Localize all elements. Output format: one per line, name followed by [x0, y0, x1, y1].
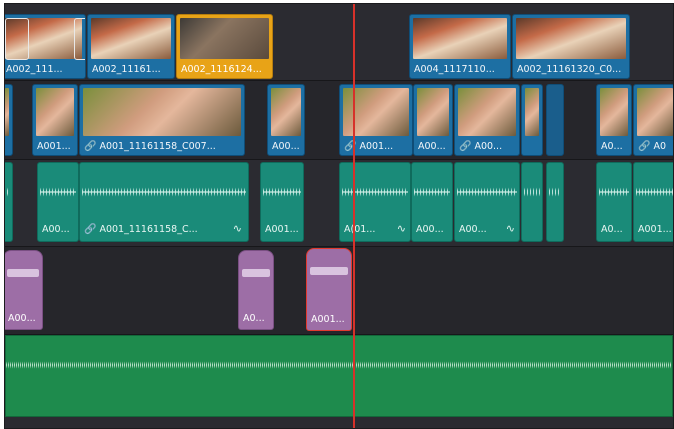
fade-curve-icon[interactable]: ∿ — [506, 222, 515, 235]
clip-thumbnail — [91, 18, 171, 59]
video-clip[interactable]: A00... — [267, 84, 305, 156]
video-clip[interactable] — [5, 84, 13, 156]
video-clip[interactable]: 🔗 A001_11161158_C007... — [79, 84, 245, 156]
audio-clip[interactable]: A0... — [238, 250, 274, 330]
audio-waveform — [6, 356, 672, 374]
clip-thumbnail — [417, 88, 449, 136]
audio-clip[interactable]: A00... — [5, 250, 43, 330]
clip-thumbnail — [516, 18, 626, 59]
clip-label: A002_111... — [6, 64, 63, 75]
fade-curve-icon[interactable]: ∿ — [233, 222, 242, 235]
clip-thumbnail — [83, 88, 241, 136]
audio-waveform — [310, 267, 348, 275]
clip-marker — [74, 18, 85, 60]
video-clip[interactable]: 🔗 A00... — [454, 84, 520, 156]
video-clip[interactable]: A004_1117110... — [409, 14, 511, 79]
video-clip[interactable]: A00... — [413, 84, 453, 156]
video-clip[interactable]: A002_11161... — [87, 14, 175, 79]
selected-audio-clip[interactable]: A001... — [306, 248, 352, 331]
video-clip[interactable]: A002_11161320_C0... — [512, 14, 630, 79]
clip-label: A0... — [601, 224, 623, 235]
clip-thumbnail — [525, 88, 539, 136]
clip-marker — [5, 18, 29, 60]
audio-clip[interactable]: A001... — [260, 162, 304, 242]
clip-label: A002_11161320_C0... — [517, 64, 622, 75]
clip-label: A0... — [243, 313, 265, 324]
video-clip[interactable]: A001... — [32, 84, 78, 156]
audio-clip[interactable]: A0... — [596, 162, 632, 242]
audio-clip[interactable]: A00... — [411, 162, 453, 242]
clip-label: 🔗 A001_11161158_C... — [84, 224, 198, 235]
fade-curve-icon[interactable]: ∿ — [397, 222, 406, 235]
selected-video-clip[interactable]: A002_1116124... — [176, 14, 273, 79]
clip-label: 🔗 A00... — [459, 141, 503, 152]
clip-label: A001... — [265, 224, 299, 235]
audio-clip[interactable] — [546, 162, 564, 242]
clip-thumbnail — [637, 88, 673, 136]
clip-thumbnail — [36, 88, 74, 136]
clip-label: A00... — [272, 141, 300, 152]
video-clip[interactable]: 🔗 A001... — [339, 84, 413, 156]
audio-clip[interactable] — [521, 162, 543, 242]
audio-clip[interactable]: A00... ∿ — [454, 162, 520, 242]
clip-label: A00... — [418, 141, 446, 152]
clip-label: 🔗 A001... — [344, 141, 394, 152]
clip-label: A001... — [638, 224, 672, 235]
audio-waveform — [524, 177, 540, 207]
clip-label: A001... — [311, 314, 345, 325]
audio-clip[interactable] — [5, 162, 13, 242]
clip-label: A002_11161... — [92, 64, 161, 75]
link-icon: 🔗 — [84, 224, 97, 235]
audio-clip[interactable]: A(01... ∿ — [339, 162, 411, 242]
video-clip[interactable]: A0... — [596, 84, 632, 156]
audio-waveform — [242, 269, 270, 277]
music-audio-clip[interactable] — [5, 335, 673, 417]
clip-label: A(01... — [344, 224, 376, 235]
clip-label: A00... — [459, 224, 487, 235]
video-clip[interactable]: A002_111... — [5, 14, 86, 79]
clip-thumbnail — [458, 88, 516, 136]
link-icon: 🔗 — [84, 141, 97, 152]
playhead[interactable] — [353, 4, 355, 428]
clip-thumbnail — [180, 18, 269, 59]
timeline-panel[interactable]: A002_111... A002_11161... A002_1116124..… — [4, 3, 674, 429]
clip-thumbnail — [5, 88, 9, 136]
clip-label: 🔗 A0 — [638, 141, 666, 152]
clip-label: A0... — [601, 141, 623, 152]
audio-waveform — [7, 269, 39, 277]
link-icon: 🔗 — [459, 141, 472, 152]
clip-label: A00... — [8, 313, 36, 324]
clip-label: A00... — [416, 224, 444, 235]
clip-thumbnail — [413, 18, 507, 59]
audio-waveform — [5, 177, 10, 207]
clip-label: A004_1117110... — [414, 64, 495, 75]
audio-waveform — [549, 177, 561, 207]
video-clip[interactable] — [521, 84, 543, 156]
clip-label: 🔗 A001_11161158_C007... — [84, 141, 216, 152]
audio-clip[interactable]: 🔗 A001_11161158_C... ∿ — [79, 162, 249, 242]
clip-thumbnail — [600, 88, 628, 136]
clip-thumbnail — [271, 88, 301, 136]
video-clip[interactable] — [546, 84, 564, 156]
link-icon: 🔗 — [638, 141, 651, 152]
clip-label: A002_1116124... — [181, 64, 262, 75]
audio-clip[interactable]: A00... — [37, 162, 79, 242]
video-clip[interactable]: 🔗 A0 — [633, 84, 673, 156]
clip-label: A00... — [42, 224, 70, 235]
audio-clip[interactable]: A001... — [633, 162, 673, 242]
clip-label: A001... — [37, 141, 71, 152]
